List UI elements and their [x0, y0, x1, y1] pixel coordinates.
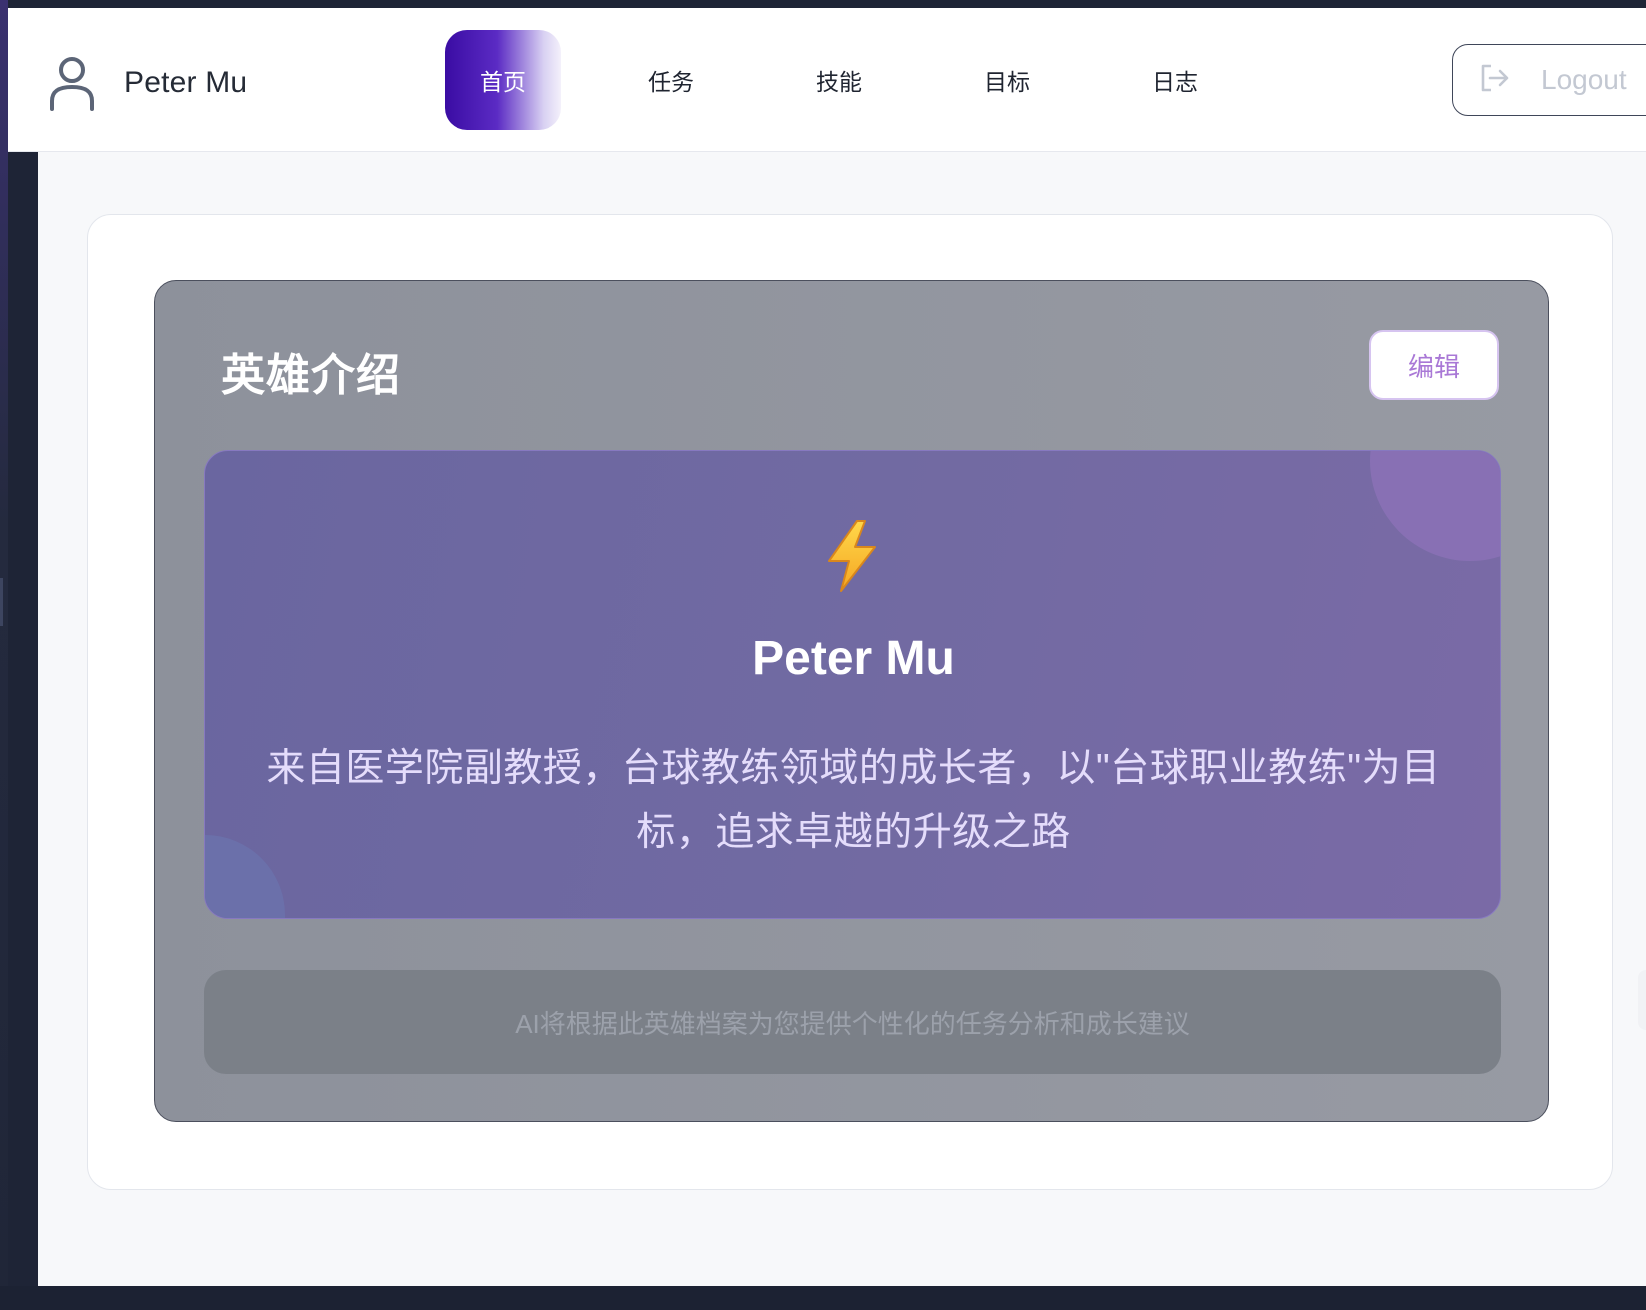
logout-button[interactable]: Logout	[1452, 44, 1646, 116]
edge-marker	[0, 578, 3, 626]
app-window: Peter Mu 首页 任务 技能 目标 日志 Logout 英雄介绍 编辑 P…	[8, 8, 1646, 1286]
user-profile[interactable]: Peter Mu	[46, 48, 247, 118]
nav-skills[interactable]: 技能	[781, 30, 897, 130]
user-name: Peter Mu	[124, 66, 248, 99]
scroll-hint	[1638, 970, 1646, 1030]
hero-description: 来自医学院副教授，台球教练领域的成长者，以"台球职业教练"为目标，追求卓越的升级…	[266, 747, 1441, 854]
hero-panel: 英雄介绍 编辑 Peter Mu 来自医学院副教授，台球教练领域的成长者，以"台…	[154, 280, 1549, 1122]
hero-name: Peter Mu	[752, 632, 955, 685]
hero-intro-card: Peter Mu 来自医学院副教授，台球教练领域的成长者，以"台球职业教练"为目…	[204, 450, 1501, 919]
nav-goals[interactable]: 目标	[949, 30, 1065, 130]
lightning-bolt-icon	[821, 519, 881, 593]
ai-note: AI将根据此英雄档案为您提供个性化的任务分析和成长建议	[204, 970, 1501, 1074]
logout-icon	[1479, 63, 1511, 98]
content-card: 英雄介绍 编辑 Peter Mu 来自医学院副教授，台球教练领域的成长者，以"台…	[87, 214, 1613, 1190]
hero-section-title: 英雄介绍	[221, 351, 401, 400]
edit-button[interactable]: 编辑	[1369, 330, 1499, 400]
nav-tasks[interactable]: 任务	[613, 30, 729, 130]
logout-label: Logout	[1541, 64, 1627, 95]
window-top-border	[0, 0, 1646, 8]
nav-logs[interactable]: 日志	[1117, 30, 1233, 130]
nav-home[interactable]: 首页	[445, 30, 561, 130]
top-navbar: Peter Mu 首页 任务 技能 目标 日志 Logout	[8, 8, 1646, 152]
side-edge	[8, 152, 38, 1286]
window-bottom-border	[0, 1286, 1646, 1310]
decorative-circle	[1370, 451, 1500, 561]
user-icon	[46, 54, 98, 112]
window-left-border	[0, 0, 8, 1310]
